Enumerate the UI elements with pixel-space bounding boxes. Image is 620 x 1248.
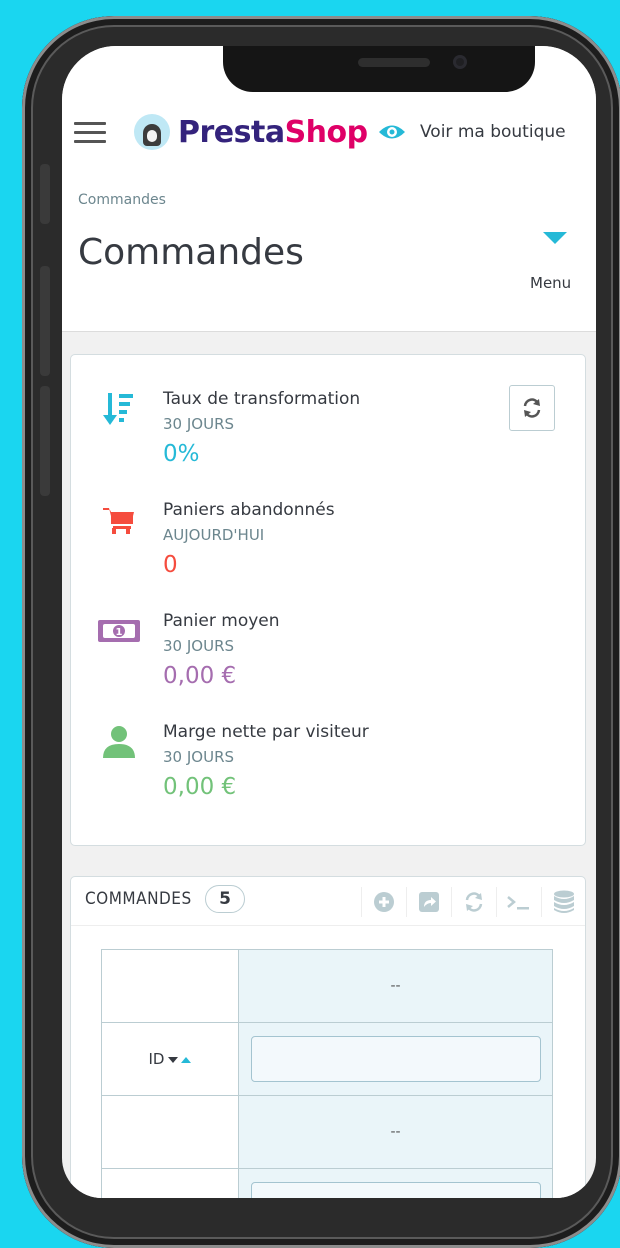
kpi-title: Panier moyen <box>163 611 280 631</box>
kpi-period: 30 JOURS <box>163 415 235 433</box>
view-shop-label: Voir ma boutique <box>420 122 566 142</box>
table-header-row: -- <box>101 949 553 1023</box>
sort-asc-icon[interactable] <box>181 1056 192 1063</box>
orders-title: COMMANDES <box>85 889 192 909</box>
id-filter-input[interactable] <box>250 1182 541 1198</box>
kpi-period: AUJOURD'HUI <box>163 526 265 544</box>
kpi-value: 0,00 € <box>163 663 237 689</box>
puffin-logo-icon <box>134 114 170 150</box>
kpi-value: 0 <box>163 552 178 578</box>
phone-volume-down <box>40 386 50 496</box>
menu-label: Menu <box>530 274 572 292</box>
add-order-button[interactable] <box>361 887 406 917</box>
share-square-icon <box>419 892 439 912</box>
plus-circle-icon <box>374 892 394 912</box>
breadcrumb[interactable]: Commandes <box>78 192 166 208</box>
hamburger-menu-icon[interactable] <box>74 122 106 146</box>
phone-notch <box>223 46 535 92</box>
table-header-cell: -- <box>238 949 553 1023</box>
table-filter-row: ID <box>101 1022 553 1096</box>
kpi-value: 0,00 € <box>163 774 237 800</box>
prestashop-logo[interactable]: PrestaShop <box>134 114 368 150</box>
view-shop-link[interactable]: Voir ma boutique <box>378 122 566 142</box>
svg-text:1: 1 <box>116 627 123 638</box>
sortable-column-header: ID <box>101 1168 239 1198</box>
kpi-title: Marge nette par visiteur <box>163 722 369 742</box>
sort-amount-icon <box>103 393 133 425</box>
cart-icon <box>103 508 134 534</box>
phone-volume-up <box>40 266 50 376</box>
menu-toggle-button[interactable]: Menu <box>528 230 580 300</box>
user-icon <box>103 726 135 758</box>
phone-side-button <box>40 164 50 224</box>
table-cell <box>101 1095 239 1169</box>
sql-manager-button[interactable] <box>541 887 586 917</box>
logo-text-presta: Presta <box>178 114 285 150</box>
filter-cell <box>238 1168 553 1198</box>
panel-toolbar <box>361 887 586 917</box>
banknote-icon: 1 <box>98 620 140 642</box>
speaker <box>358 58 430 67</box>
logo-text-shop: Shop <box>284 114 369 150</box>
orders-count-badge: 5 <box>205 885 245 913</box>
caret-down-icon <box>543 232 567 244</box>
page-title: Commandes <box>78 232 304 273</box>
refresh-button[interactable] <box>509 385 555 431</box>
table-cell <box>101 949 239 1023</box>
kpi-title: Paniers abandonnés <box>163 500 335 520</box>
camera <box>453 55 467 69</box>
kpi-period: 30 JOURS <box>163 748 235 766</box>
orders-panel: COMMANDES 5 -- ID -- <box>70 876 586 1198</box>
refresh-icon <box>465 892 483 912</box>
refresh-list-button[interactable] <box>451 887 496 917</box>
sort-desc-icon[interactable] <box>168 1056 179 1063</box>
kpi-period: 30 JOURS <box>163 637 235 655</box>
table-header-row: -- <box>101 1095 553 1169</box>
eye-icon <box>379 125 405 139</box>
orders-table: -- ID -- ID <box>101 949 553 1198</box>
id-filter-input[interactable] <box>250 1036 541 1082</box>
kpi-panel: Taux de transformation 30 JOURS 0% Panie… <box>70 354 586 846</box>
database-icon <box>554 890 574 913</box>
export-button[interactable] <box>406 887 451 917</box>
terminal-icon <box>507 896 529 910</box>
orders-panel-header: COMMANDES 5 <box>71 877 585 926</box>
kpi-value: 0% <box>163 441 200 467</box>
column-label-id: ID <box>148 1050 165 1068</box>
filter-cell <box>238 1022 553 1096</box>
refresh-icon <box>523 398 541 418</box>
kpi-title: Taux de transformation <box>163 389 361 409</box>
sql-query-button[interactable] <box>496 887 541 917</box>
table-filter-row: ID <box>101 1168 553 1198</box>
column-label-id: ID <box>149 1196 165 1198</box>
sortable-column-header: ID <box>101 1022 239 1096</box>
phone-screen: PrestaShop Voir ma boutique Commandes Co… <box>62 46 596 1198</box>
table-header-cell: -- <box>238 1095 553 1169</box>
